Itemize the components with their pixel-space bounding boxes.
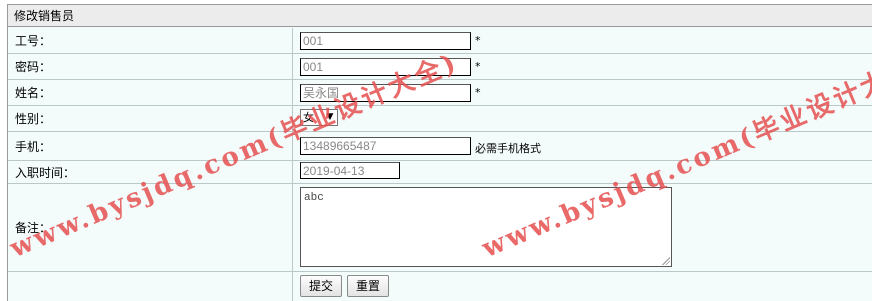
remark-textarea[interactable]: abc <box>300 187 672 267</box>
name-label: 姓名： <box>8 80 293 105</box>
field-row-password: 密码： 001 * <box>8 54 872 80</box>
resize-grip-icon[interactable] <box>662 257 670 265</box>
phone-label: 手机： <box>8 132 293 160</box>
phone-input[interactable]: 13489665487 <box>300 137 471 155</box>
submit-button[interactable]: 提交 <box>300 275 342 297</box>
field-row-phone: 手机： 13489665487 必需手机格式 <box>8 132 872 161</box>
required-marker: * <box>475 34 481 47</box>
field-row-hire-date: 入职时间： 2019-04-13 <box>8 161 872 184</box>
remark-text: abc <box>304 192 324 204</box>
field-row-id: 工号： 001 * <box>8 28 872 54</box>
form-actions-row: 提交 重置 <box>8 272 872 301</box>
field-row-remark: 备注： abc <box>8 184 872 272</box>
reset-button[interactable]: 重置 <box>347 275 389 297</box>
password-input[interactable]: 001 <box>300 58 471 76</box>
id-label: 工号： <box>8 28 293 53</box>
gender-select[interactable]: 女 ▼ <box>300 109 338 126</box>
hire-date-label: 入职时间： <box>8 161 293 183</box>
password-label: 密码： <box>8 54 293 79</box>
dropdown-arrow-icon: ▼ <box>326 112 334 122</box>
id-input[interactable]: 001 <box>300 32 471 50</box>
name-input[interactable]: 吴永国 <box>300 84 471 102</box>
phone-format-hint: 必需手机格式 <box>475 142 541 155</box>
field-row-gender: 性别： 女 ▼ <box>8 106 872 132</box>
gender-selected-value: 女 <box>303 111 314 124</box>
hire-date-input[interactable]: 2019-04-13 <box>300 162 400 179</box>
form-title: 修改销售员 <box>8 5 872 27</box>
remark-label: 备注： <box>8 184 293 271</box>
required-marker: * <box>475 86 481 99</box>
field-row-name: 姓名： 吴永国 * <box>8 80 872 106</box>
gender-label: 性别： <box>8 106 293 131</box>
edit-salesperson-form: 修改销售员 工号： 001 * 密码： 001 * 姓名： 吴永国 * 性别： … <box>7 4 872 301</box>
required-marker: * <box>475 60 481 73</box>
actions-label-cell <box>8 272 293 301</box>
